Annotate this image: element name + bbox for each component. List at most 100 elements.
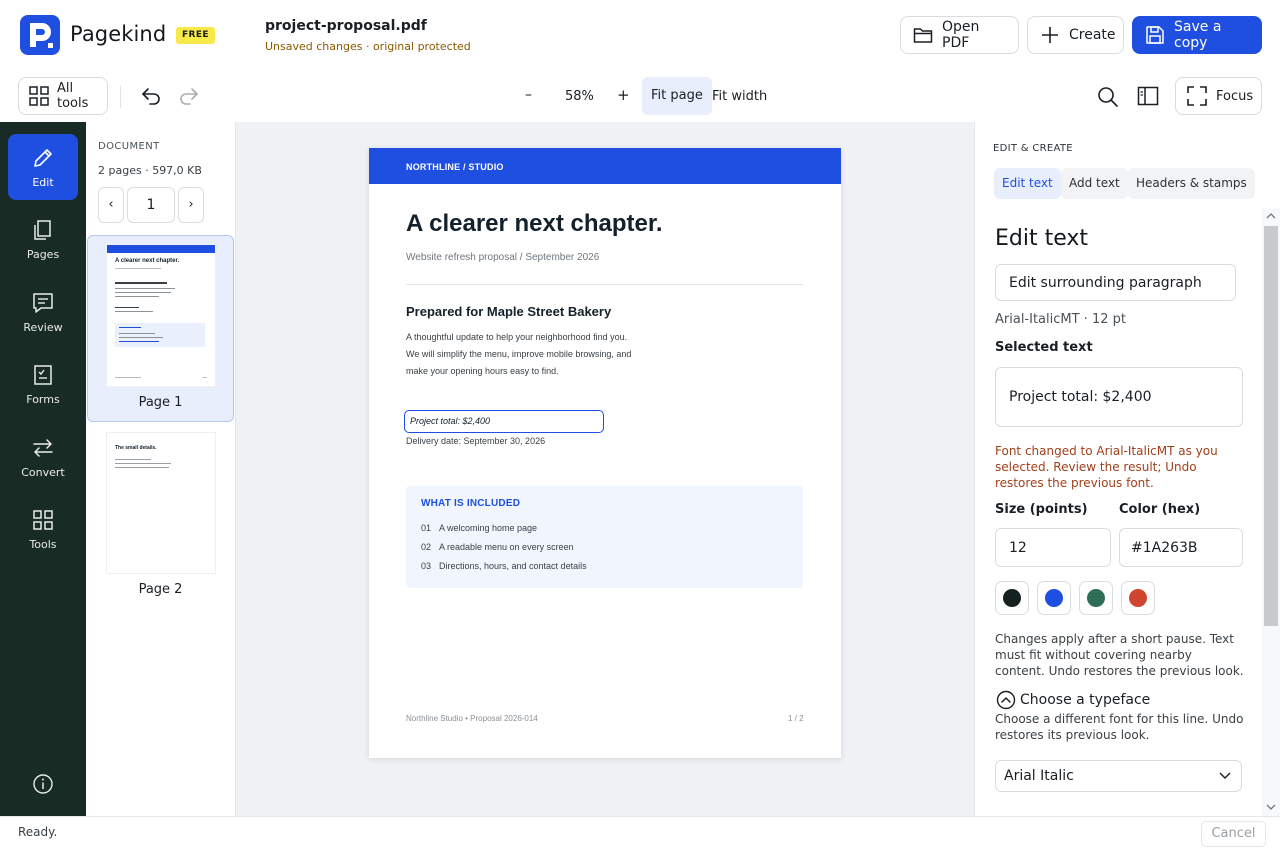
- page-title[interactable]: A clearer next chapter.: [406, 210, 663, 238]
- undo-button[interactable]: [140, 86, 162, 106]
- rail-item-pages[interactable]: Pages: [8, 206, 78, 272]
- zoom-level[interactable]: 58%: [565, 89, 594, 104]
- rail-item-tools[interactable]: Tools: [8, 496, 78, 562]
- toggle-panel-button[interactable]: [1137, 86, 1159, 106]
- info-button[interactable]: [8, 752, 78, 816]
- focus-label: Focus: [1216, 88, 1254, 104]
- selected-text: Project total: $2,400: [410, 416, 491, 426]
- comment-icon: [31, 291, 55, 315]
- chevron-up-circle-icon: [996, 690, 1016, 710]
- tab-add-text[interactable]: Add text: [1061, 168, 1128, 199]
- prev-page-button[interactable]: ‹: [98, 187, 124, 223]
- included-item[interactable]: 01 A welcoming home page: [421, 523, 537, 533]
- rail-label: Tools: [29, 537, 57, 551]
- rail-label: Review: [23, 320, 63, 334]
- swatch-red[interactable]: [1121, 581, 1155, 615]
- selected-text-box[interactable]: Project total: $2,400: [404, 410, 604, 433]
- plus-icon: [1040, 25, 1060, 45]
- file-name: project-proposal.pdf: [265, 18, 427, 34]
- thumbnail-page-2-title: The small details.: [115, 445, 157, 451]
- page-heading[interactable]: Prepared for Maple Street Bakery: [406, 304, 611, 319]
- color-label: Color (hex): [1119, 502, 1201, 517]
- included-item[interactable]: 02 A readable menu on every screen: [421, 542, 574, 552]
- pdf-page[interactable]: NORTHLINE / STUDIO A clearer next chapte…: [369, 148, 841, 758]
- redo-button[interactable]: [178, 86, 200, 106]
- page-body-line[interactable]: make your opening hours easy to find.: [406, 366, 559, 376]
- rail-item-convert[interactable]: Convert: [8, 424, 78, 490]
- next-page-button[interactable]: ›: [178, 187, 204, 223]
- size-input[interactable]: 12: [995, 528, 1111, 567]
- save-copy-button[interactable]: Save a copy: [1132, 16, 1262, 54]
- font-change-warning: Font changed to Arial-ItalicMT as you se…: [995, 444, 1218, 490]
- page-body-line[interactable]: We will simplify the menu, improve mobil…: [406, 349, 631, 359]
- page-divider: [406, 284, 803, 285]
- swatch-dark[interactable]: [995, 581, 1029, 615]
- page-band-text: NORTHLINE / STUDIO: [406, 162, 504, 172]
- swatch-green[interactable]: [1079, 581, 1113, 615]
- color-hex-input[interactable]: #1A263B: [1119, 528, 1243, 567]
- rail-label: Convert: [21, 465, 65, 479]
- included-item[interactable]: 03 Directions, hours, and contact details: [421, 561, 587, 571]
- document-meta: 2 pages · 597,0 KB: [98, 164, 202, 177]
- swatch-blue[interactable]: [1037, 581, 1071, 615]
- rail-item-edit[interactable]: Edit: [8, 134, 78, 200]
- page-footer-right[interactable]: 1 / 2: [788, 714, 804, 723]
- panel-section-label: EDIT & CREATE: [993, 143, 1073, 154]
- status-text: Ready.: [18, 825, 58, 839]
- toolbar-divider: [120, 86, 121, 108]
- rail-label: Pages: [26, 247, 60, 261]
- convert-icon: [31, 436, 55, 460]
- all-tools-button[interactable]: All tools: [18, 77, 108, 115]
- rail-item-review[interactable]: Review: [8, 279, 78, 345]
- color-dot: [1045, 589, 1063, 607]
- tab-edit-text[interactable]: Edit text: [994, 168, 1061, 199]
- size-label: Size (points): [995, 502, 1088, 517]
- scroll-up-icon[interactable]: [1266, 212, 1276, 220]
- zoom-out-button[interactable]: –: [525, 87, 532, 103]
- page-number-input[interactable]: 1: [127, 187, 175, 223]
- open-pdf-label: Open PDF: [942, 19, 980, 51]
- app-name: Pagekind: [70, 22, 167, 46]
- edit-paragraph-button[interactable]: Edit surrounding paragraph: [995, 264, 1236, 301]
- included-box: WHAT IS INCLUDED 01 A welcoming home page…: [406, 486, 803, 588]
- cancel-button[interactable]: Cancel: [1201, 821, 1266, 847]
- grid-icon: [31, 508, 55, 532]
- included-title[interactable]: WHAT IS INCLUDED: [421, 498, 520, 509]
- delivery-date[interactable]: Delivery date: September 30, 2026: [406, 436, 545, 446]
- fit-width-button[interactable]: Fit width: [712, 89, 767, 104]
- fit-page-button[interactable]: Fit page: [642, 77, 712, 115]
- tab-headers-stamps[interactable]: Headers & stamps: [1128, 168, 1255, 199]
- rail-item-forms[interactable]: Forms: [8, 351, 78, 417]
- thumbnail-page-2-label: Page 2: [138, 582, 183, 597]
- thumbnail-page-1-label: Page 1: [138, 395, 183, 410]
- pagekind-logo-icon: [20, 15, 60, 55]
- expand-icon: [1186, 85, 1208, 107]
- pages-icon: [31, 218, 55, 242]
- rail-label: Forms: [26, 392, 60, 406]
- panel-scrollbar-thumb[interactable]: [1264, 226, 1278, 626]
- page-body-line[interactable]: A thoughtful update to help your neighbo…: [406, 332, 627, 342]
- typeface-select[interactable]: Arial Italic: [995, 760, 1242, 792]
- panel-heading: Edit text: [995, 226, 1089, 251]
- pencil-icon: [31, 146, 55, 170]
- thumbnail-page-2-preview[interactable]: The small details.: [107, 433, 215, 573]
- changes-note: Changes apply after a short pause. Text …: [995, 632, 1244, 678]
- search-button[interactable]: [1097, 86, 1119, 108]
- info-icon: [32, 773, 54, 795]
- thumbnail-page-1-preview[interactable]: A clearer next chapter.: [107, 245, 215, 386]
- typeface-toggle[interactable]: Choose a typeface: [996, 690, 1150, 710]
- typeface-value: Arial Italic: [1004, 768, 1074, 784]
- open-pdf-button[interactable]: Open PDF: [900, 16, 1019, 54]
- thumbnail-title: A clearer next chapter.: [115, 258, 180, 264]
- page-footer-left[interactable]: Northline Studio • Proposal 2026-014: [406, 714, 538, 723]
- save-icon: [1145, 25, 1165, 45]
- zoom-in-button[interactable]: +: [617, 86, 630, 104]
- focus-button[interactable]: Focus: [1175, 77, 1262, 115]
- create-button[interactable]: Create: [1027, 16, 1124, 54]
- color-dot: [1003, 589, 1021, 607]
- page-subtitle[interactable]: Website refresh proposal / September 202…: [406, 252, 599, 263]
- scroll-down-icon[interactable]: [1266, 803, 1276, 811]
- included-item-number: 01: [421, 523, 432, 533]
- save-copy-label: Save a copy: [1174, 19, 1222, 51]
- selected-text-input[interactable]: Project total: $2,400: [995, 367, 1243, 427]
